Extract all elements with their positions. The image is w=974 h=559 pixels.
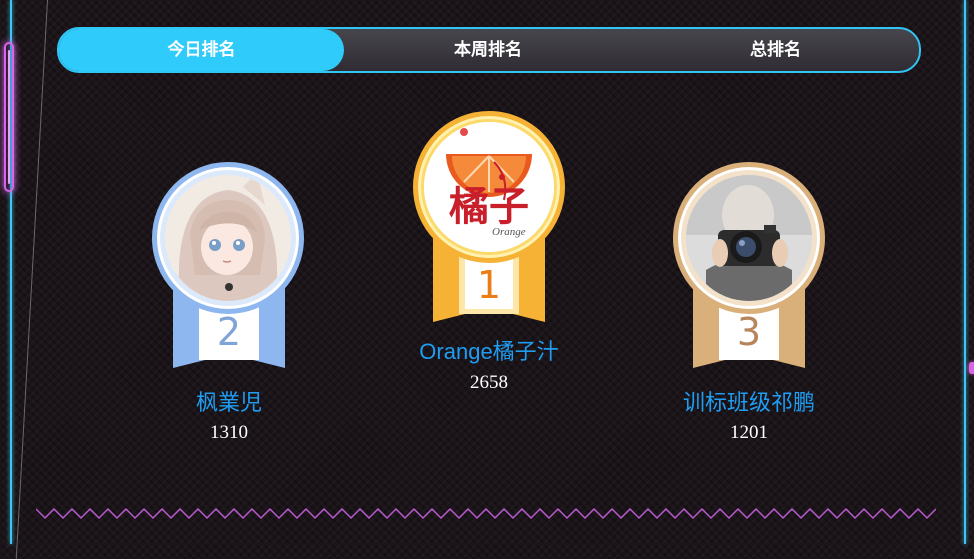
decorative-diagonal-line <box>15 0 48 559</box>
rank-3-avatar[interactable] <box>686 175 812 301</box>
rank-1-score: 2658 <box>470 372 508 393</box>
rank-1-number: 1 <box>476 263 502 307</box>
rank-2-score: 1310 <box>210 422 248 443</box>
tab-today-ranking[interactable]: 今日排名 <box>59 29 344 71</box>
zigzag-divider <box>36 507 936 520</box>
rank-1-name[interactable]: Orange橘子汁 <box>389 334 589 366</box>
right-frame-line <box>964 0 966 544</box>
rank-3-number: 3 <box>736 310 762 354</box>
orange-logo-subtext: Orange <box>492 226 526 238</box>
tab-week-ranking[interactable]: 本周排名 <box>344 29 632 71</box>
rank-2-name[interactable]: 枫業児 <box>129 385 329 417</box>
right-edge-indicator <box>969 362 974 374</box>
ranking-tabs: 今日排名 本周排名 总排名 <box>57 27 921 73</box>
side-slider-handle[interactable] <box>4 42 14 192</box>
rank-3-score: 1201 <box>730 422 768 443</box>
tab-total-ranking[interactable]: 总排名 <box>632 29 919 71</box>
orange-logo-text: 橘子 <box>449 183 529 230</box>
rank-2-number: 2 <box>216 310 242 354</box>
rank-3-name[interactable]: 训标班级祁鹏 <box>649 385 849 417</box>
camera-selfie-avatar-icon <box>686 175 812 301</box>
rank-1-avatar[interactable]: 橘子 Orange <box>424 122 554 252</box>
rank-2-avatar[interactable] <box>165 175 291 301</box>
anime-girl-avatar-icon <box>165 175 291 301</box>
